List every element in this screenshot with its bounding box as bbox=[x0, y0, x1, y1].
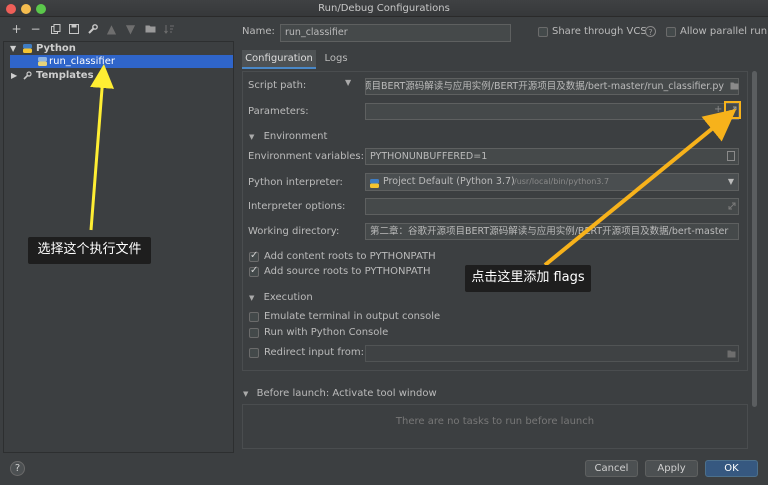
annotation-add-flags: 点击这里添加 flags bbox=[465, 265, 591, 292]
annotation-select-file: 选择这个执行文件 bbox=[28, 237, 151, 264]
orange-arrow bbox=[543, 108, 737, 267]
yellow-arrow bbox=[89, 64, 115, 231]
